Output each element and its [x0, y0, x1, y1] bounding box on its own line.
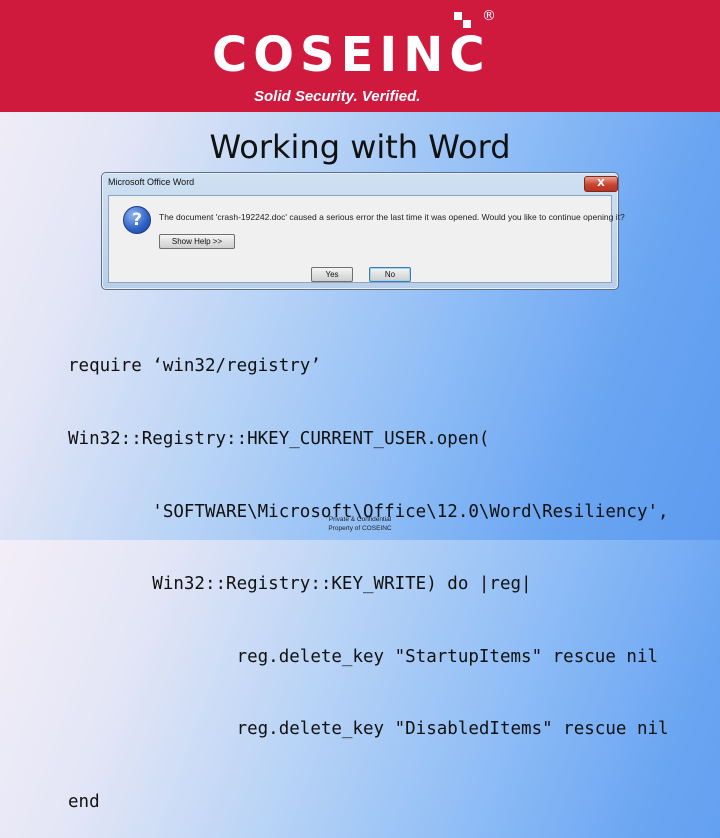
question-icon: ?	[123, 206, 151, 234]
no-button[interactable]: No	[369, 267, 411, 282]
code-line: require ‘win32/registry’	[68, 356, 321, 377]
code-line: Win32::Registry::HKEY_CURRENT_USER.open(	[68, 429, 490, 449]
footer-line-1: Private & Confidential	[328, 516, 392, 523]
show-help-button[interactable]: Show Help >>	[159, 234, 235, 249]
tagline: Solid Security. Verified.	[254, 88, 421, 105]
dialog-message: The document 'crash-192242.doc' caused a…	[159, 212, 625, 222]
code-line: end	[68, 791, 100, 812]
office-error-dialog: Microsoft Office Word X ? The document '…	[101, 172, 625, 290]
confidentiality-footer: Private & Confidential Property of COSEI…	[0, 515, 720, 533]
header-banner: COSEINC ® Solid Security. Verified.	[0, 0, 720, 112]
dialog-titlebar[interactable]: Microsoft Office Word X	[102, 173, 618, 195]
code-line: reg.delete_key "DisabledItems" rescue ni…	[68, 719, 669, 740]
code-snippet: require ‘win32/registry’ Win32::Registry…	[68, 306, 669, 838]
dialog-title: Microsoft Office Word	[108, 177, 195, 187]
yes-button[interactable]: Yes	[311, 267, 353, 282]
registered-mark: ®	[482, 8, 496, 24]
close-button[interactable]: X	[584, 176, 618, 192]
footer-line-2: Property of COSEINC	[328, 525, 392, 532]
code-line: Win32::Registry::KEY_WRITE) do |reg|	[68, 574, 532, 595]
coseinc-logo: COSEINC	[212, 27, 491, 83]
slide-title: Working with Word	[209, 128, 511, 166]
code-line: reg.delete_key "StartupItems" rescue nil	[68, 646, 659, 667]
dialog-body: ? The document 'crash-192242.doc' caused…	[108, 195, 625, 283]
logo-squares-icon	[454, 12, 471, 28]
